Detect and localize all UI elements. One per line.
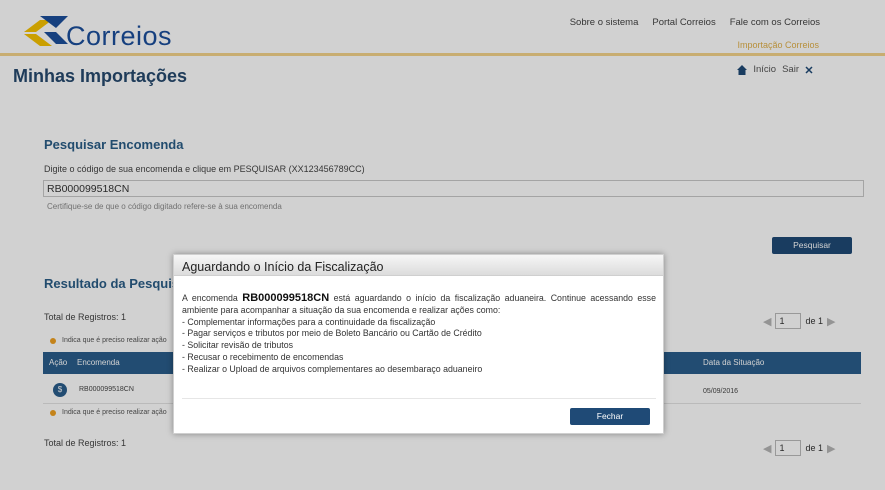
list-item: - Solicitar revisão de tributos: [182, 340, 293, 351]
dialog-intro: A encomenda RB000099518CN está aguardand…: [182, 292, 656, 317]
dialog-divider: [182, 398, 656, 399]
dialog-header: Aguardando o Início da Fiscalização: [174, 255, 663, 276]
intro-before: A encomenda: [182, 293, 238, 303]
list-item: - Complementar informações para a contin…: [182, 316, 436, 327]
actions-list: - Complementar informações para a contin…: [182, 317, 656, 376]
status-dialog: Aguardando o Início da Fiscalização A en…: [173, 254, 664, 434]
dialog-tracking-code: RB000099518CN: [242, 292, 330, 304]
list-item: - Pagar serviços e tributos por meio de …: [182, 328, 482, 339]
list-item: - Realizar o Upload de arquivos compleme…: [182, 363, 483, 374]
list-item: - Recusar o recebimento de encomendas: [182, 351, 344, 362]
dialog-body: A encomenda RB000099518CN está aguardand…: [182, 292, 656, 376]
dialog-title: Aguardando o Início da Fiscalização: [182, 260, 384, 274]
close-button[interactable]: Fechar: [570, 408, 650, 425]
